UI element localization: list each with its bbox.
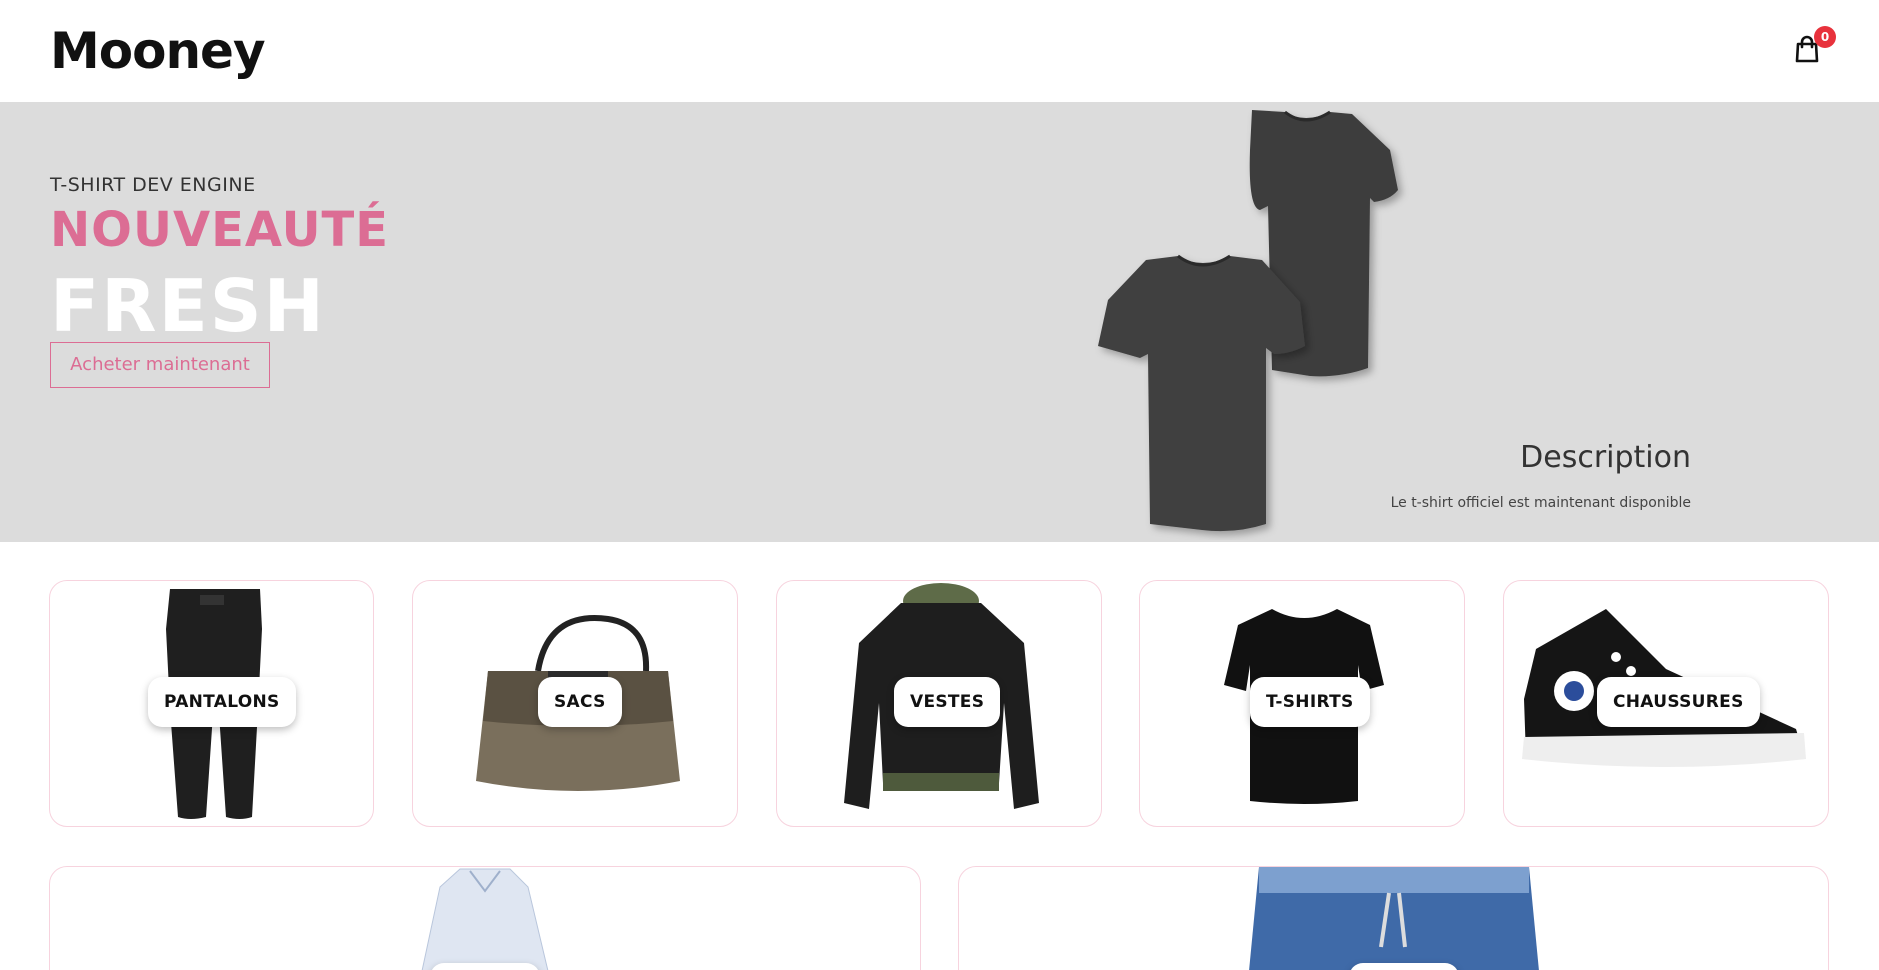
category-label-sacs[interactable]: SACS [538, 677, 622, 727]
category-label-chaussures[interactable]: CHAUSSURES [1597, 677, 1760, 727]
category-card-t-shirts[interactable]: T-SHIRTS [1139, 580, 1465, 827]
tshirts-image [1098, 110, 1398, 532]
category-card-chemises[interactable] [49, 866, 921, 970]
category-label-t-shirts[interactable]: T-SHIRTS [1250, 677, 1370, 727]
category-card-pantalons[interactable]: PANTALONS [49, 580, 374, 827]
shirt-image [421, 868, 549, 970]
cart-count-badge: 0 [1814, 26, 1836, 48]
hero-banner: T-SHIRT DEV ENGINE NOUVEAUTÉ FRESH Achet… [0, 102, 1879, 542]
category-card-vestes[interactable]: VESTES [776, 580, 1102, 827]
site-header: Mooney 0 [0, 0, 1879, 102]
category-card-shorts[interactable] [958, 866, 1829, 970]
category-label-chemises[interactable] [430, 963, 540, 970]
category-label-shorts[interactable] [1349, 963, 1459, 970]
category-card-chaussures[interactable]: CHAUSSURES [1503, 580, 1829, 827]
hero-title: NOUVEAUTÉ [50, 202, 390, 258]
category-label-vestes[interactable]: VESTES [894, 677, 1001, 727]
buy-now-button[interactable]: Acheter maintenant [50, 342, 270, 388]
hero-eyebrow: T-SHIRT DEV ENGINE [50, 174, 256, 196]
description-text: Le t-shirt officiel est maintenant dispo… [1390, 495, 1691, 511]
description-title: Description [1520, 440, 1691, 475]
hero-subtitle: FRESH [50, 264, 326, 348]
shorts-image [1249, 867, 1539, 970]
category-label-pantalons[interactable]: PANTALONS [148, 677, 296, 727]
category-card-sacs[interactable]: SACS [412, 580, 738, 827]
brand-logo[interactable]: Mooney [50, 22, 266, 80]
